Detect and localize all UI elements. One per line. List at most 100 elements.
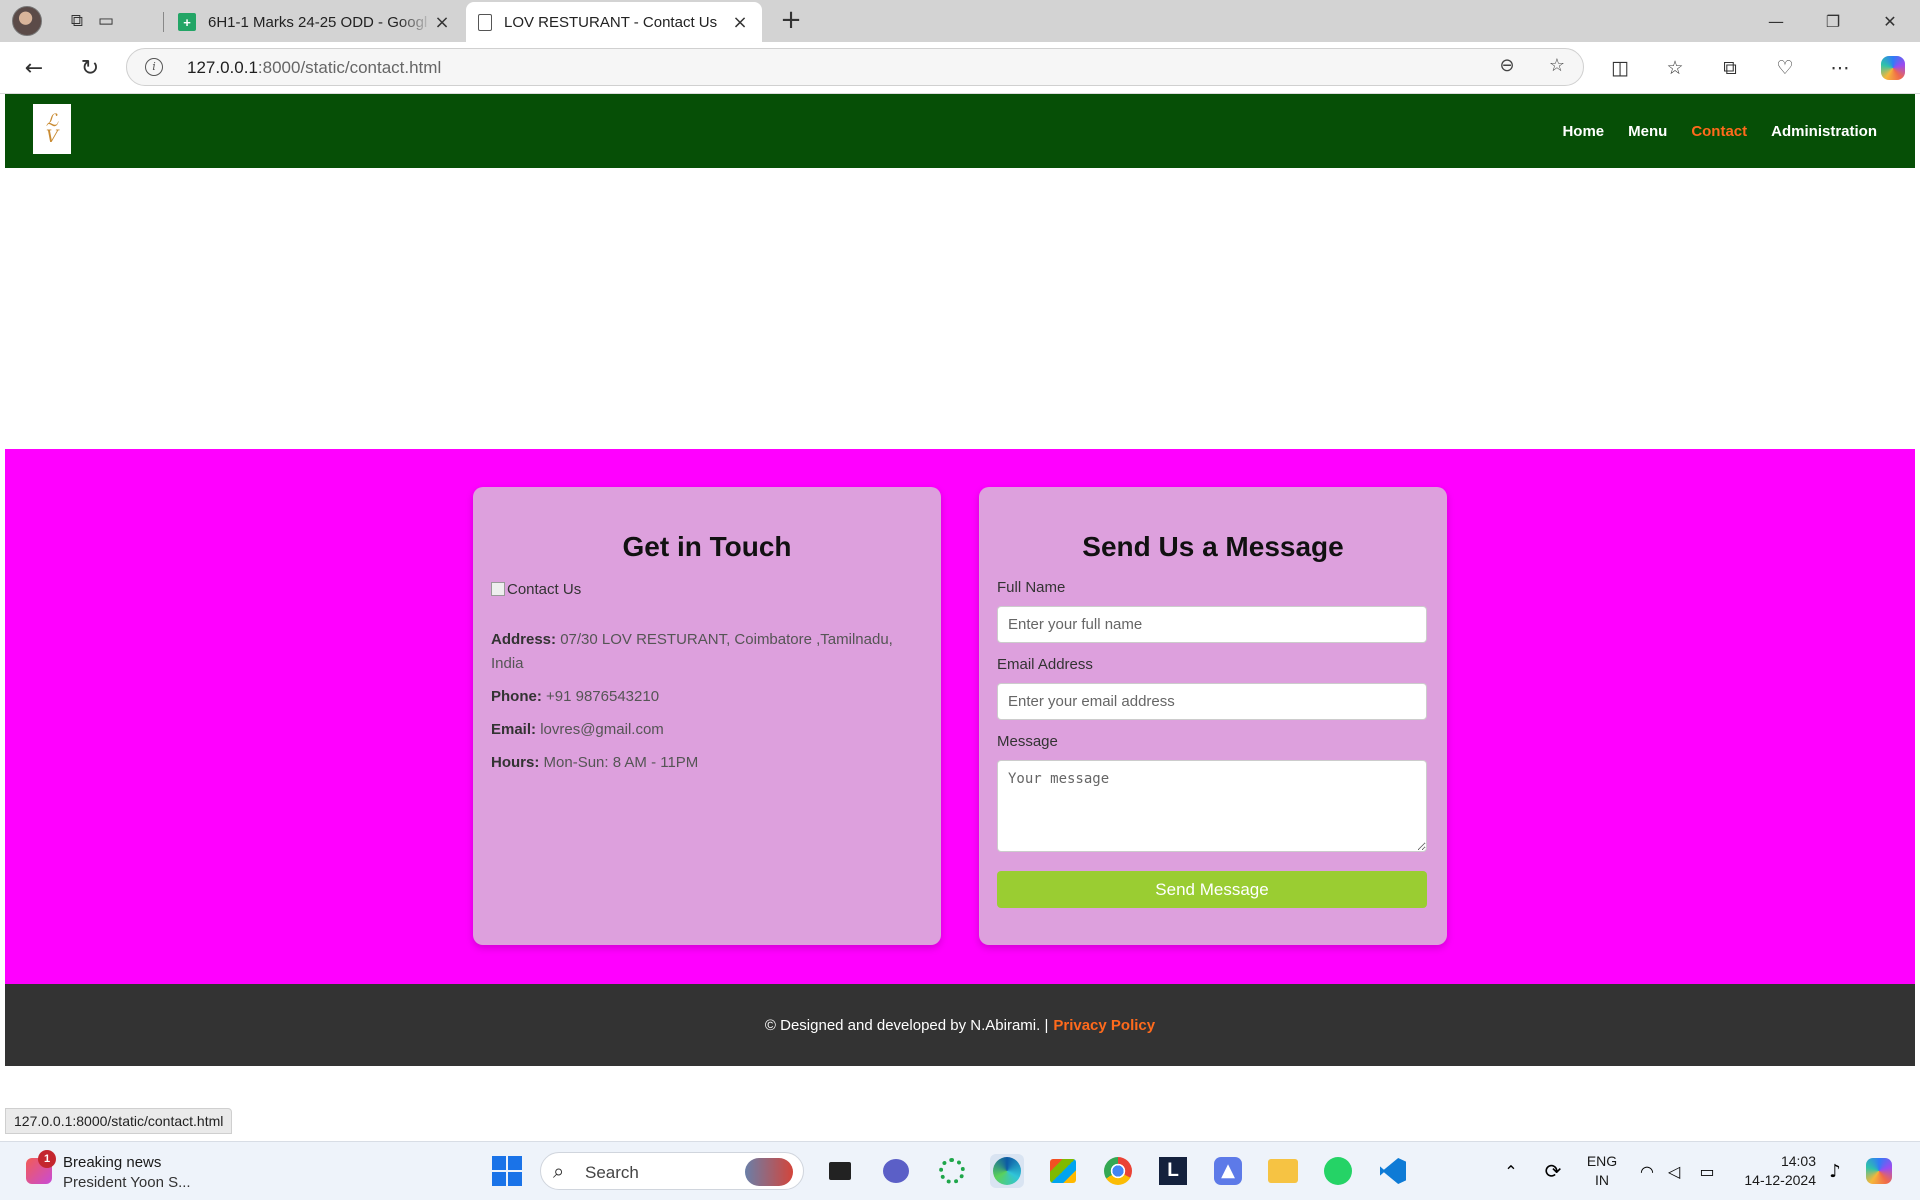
- show-hidden-icons-chevron-up-icon[interactable]: ⌃: [1494, 1154, 1528, 1188]
- edge-browser-icon[interactable]: [990, 1154, 1024, 1188]
- footer-credit: © Designed and developed by N.Abirami. |: [764, 1016, 1049, 1034]
- reload-button[interactable]: ↻: [74, 52, 106, 84]
- tab-sheets[interactable]: + 6H1-1 Marks 24-25 ODD - Googl ×: [166, 2, 464, 42]
- clock-time: 14:03: [1780, 1153, 1816, 1169]
- nav-menu[interactable]: Menu: [1628, 123, 1667, 140]
- file-explorer-icon[interactable]: [1266, 1154, 1300, 1188]
- split-screen-icon[interactable]: ◫: [1604, 52, 1636, 84]
- taskbar-search[interactable]: ⌕ Search: [540, 1152, 804, 1190]
- favorites-icon[interactable]: ☆: [1659, 52, 1691, 84]
- search-highlight-icon: [745, 1158, 793, 1186]
- task-view-icon[interactable]: [823, 1154, 857, 1188]
- back-button[interactable]: ←: [18, 52, 50, 84]
- arc-app-icon[interactable]: ▲: [1211, 1154, 1245, 1188]
- email-address-input[interactable]: [997, 683, 1427, 720]
- message-label: Message: [997, 733, 1058, 750]
- tab-actions-icon[interactable]: ▭: [92, 8, 120, 34]
- restaurant-logo[interactable]: ℒV: [33, 104, 71, 154]
- zoom-icon[interactable]: ⊖: [1495, 55, 1519, 79]
- collections-icon[interactable]: ⧉: [1714, 52, 1746, 84]
- new-tab-button[interactable]: +: [776, 6, 806, 36]
- windows-taskbar: 1 Breaking news President Yoon S... ⌕ Se…: [0, 1141, 1920, 1200]
- close-tab-icon[interactable]: ×: [730, 12, 750, 33]
- nav-administration[interactable]: Administration: [1771, 123, 1877, 140]
- minimize-button[interactable]: —: [1748, 0, 1804, 42]
- hours-value: Mon-Sun: 8 AM - 11PM: [543, 754, 699, 771]
- tab-title: LOV RESTURANT - Contact Us: [504, 13, 718, 31]
- site-footer: © Designed and developed by N.Abirami. |…: [5, 984, 1915, 1066]
- get-in-touch-card: Get in Touch Contact Us Address: 07/30 L…: [473, 487, 941, 945]
- message-form-title: Send Us a Message: [1082, 531, 1344, 562]
- news-title: Breaking news: [63, 1154, 162, 1171]
- email-label: Email:: [491, 721, 537, 738]
- contact-image-alt: Contact Us: [507, 580, 582, 598]
- restore-button[interactable]: ❐: [1805, 0, 1861, 42]
- message-form-card: Send Us a Message Full Name Email Addres…: [979, 487, 1447, 945]
- nav-home[interactable]: Home: [1562, 123, 1604, 140]
- news-badge: 1: [38, 1150, 56, 1168]
- whatsapp-icon[interactable]: [1321, 1154, 1355, 1188]
- contact-image: Contact Us: [491, 579, 923, 599]
- sheets-icon: +: [178, 13, 196, 31]
- email-address-label: Email Address: [997, 656, 1093, 673]
- copilot-taskbar-icon[interactable]: [1862, 1154, 1896, 1188]
- clock-date: 14-12-2024: [1744, 1172, 1816, 1188]
- site-navbar: ℒV Home Menu Contact Administration: [5, 94, 1915, 168]
- sync-status-icon[interactable]: ⟳: [1536, 1154, 1570, 1188]
- search-label: Search: [585, 1163, 639, 1182]
- start-button[interactable]: [490, 1154, 524, 1188]
- privacy-policy-link[interactable]: Privacy Policy: [1053, 1017, 1155, 1034]
- favorite-star-icon[interactable]: ☆: [1545, 55, 1569, 79]
- teams-chat-icon[interactable]: [879, 1154, 913, 1188]
- sync-app-icon[interactable]: [935, 1154, 969, 1188]
- microsoft-store-icon[interactable]: [1046, 1154, 1080, 1188]
- contact-section: Get in Touch Contact Us Address: 07/30 L…: [5, 449, 1915, 984]
- full-name-label: Full Name: [997, 579, 1066, 596]
- broken-image-icon: [491, 582, 505, 596]
- tab-contact[interactable]: LOV RESTURANT - Contact Us ×: [466, 2, 762, 42]
- tab-separator: [163, 12, 164, 32]
- nav-contact[interactable]: Contact: [1691, 123, 1747, 140]
- phone-value: +91 9876543210: [546, 688, 660, 705]
- profile-avatar[interactable]: [12, 6, 42, 36]
- message-textarea[interactable]: [997, 760, 1427, 852]
- volume-icon[interactable]: ◁: [1657, 1154, 1691, 1188]
- phone-line: Phone: +91 9876543210: [491, 685, 923, 709]
- send-message-button[interactable]: Send Message: [997, 871, 1427, 908]
- taskbar-clock[interactable]: 14:03 14-12-2024: [1736, 1152, 1816, 1190]
- browser-toolbar: ← ↻ i 127.0.0.1:8000/static/contact.html…: [0, 42, 1920, 94]
- search-icon: ⌕: [553, 1159, 565, 1183]
- news-subtitle: President Yoon S...: [63, 1174, 191, 1191]
- lang-line1: ENG: [1586, 1153, 1618, 1169]
- chrome-icon[interactable]: [1101, 1154, 1135, 1188]
- copilot-icon[interactable]: [1877, 52, 1909, 84]
- page-icon: [478, 13, 492, 31]
- url-host: 127.0.0.1: [187, 58, 258, 77]
- hours-line: Hours: Mon-Sun: 8 AM - 11PM: [491, 751, 923, 775]
- vscode-icon[interactable]: [1376, 1154, 1410, 1188]
- browser-essentials-icon[interactable]: ♡: [1769, 52, 1801, 84]
- site-info-icon[interactable]: i: [145, 58, 163, 76]
- notification-bell-icon[interactable]: ♪: [1818, 1154, 1852, 1188]
- news-widget[interactable]: 1 Breaking news President Yoon S...: [22, 1150, 202, 1194]
- more-menu-icon[interactable]: ⋯: [1824, 52, 1856, 84]
- web-page: ℒV Home Menu Contact Administration Get …: [5, 94, 1915, 1141]
- url-path: :8000/static/contact.html: [257, 58, 442, 77]
- close-tab-icon[interactable]: ×: [432, 12, 452, 33]
- lang-line2: IN: [1595, 1172, 1609, 1188]
- address-bar[interactable]: i 127.0.0.1:8000/static/contact.html ⊖ ☆: [126, 48, 1584, 86]
- address-label: Address:: [491, 631, 557, 648]
- full-name-input[interactable]: [997, 606, 1427, 643]
- language-indicator[interactable]: ENG IN: [1584, 1152, 1620, 1190]
- l-app-icon[interactable]: L: [1156, 1154, 1190, 1188]
- url-text[interactable]: 127.0.0.1:8000/static/contact.html: [187, 58, 441, 78]
- workspaces-icon[interactable]: ⧉: [63, 8, 91, 34]
- contact-info: Address: 07/30 LOV RESTURANT, Coimbatore…: [491, 628, 923, 775]
- close-window-button[interactable]: ✕: [1862, 0, 1918, 42]
- email-line: Email: lovres@gmail.com: [491, 718, 923, 742]
- tab-title: 6H1-1 Marks 24-25 ODD - Googl: [208, 13, 428, 31]
- get-in-touch-title: Get in Touch: [622, 531, 792, 562]
- battery-icon[interactable]: ▭: [1690, 1154, 1724, 1188]
- status-bar-url: 127.0.0.1:8000/static/contact.html: [5, 1108, 233, 1134]
- address-line: Address: 07/30 LOV RESTURANT, Coimbatore…: [491, 628, 923, 676]
